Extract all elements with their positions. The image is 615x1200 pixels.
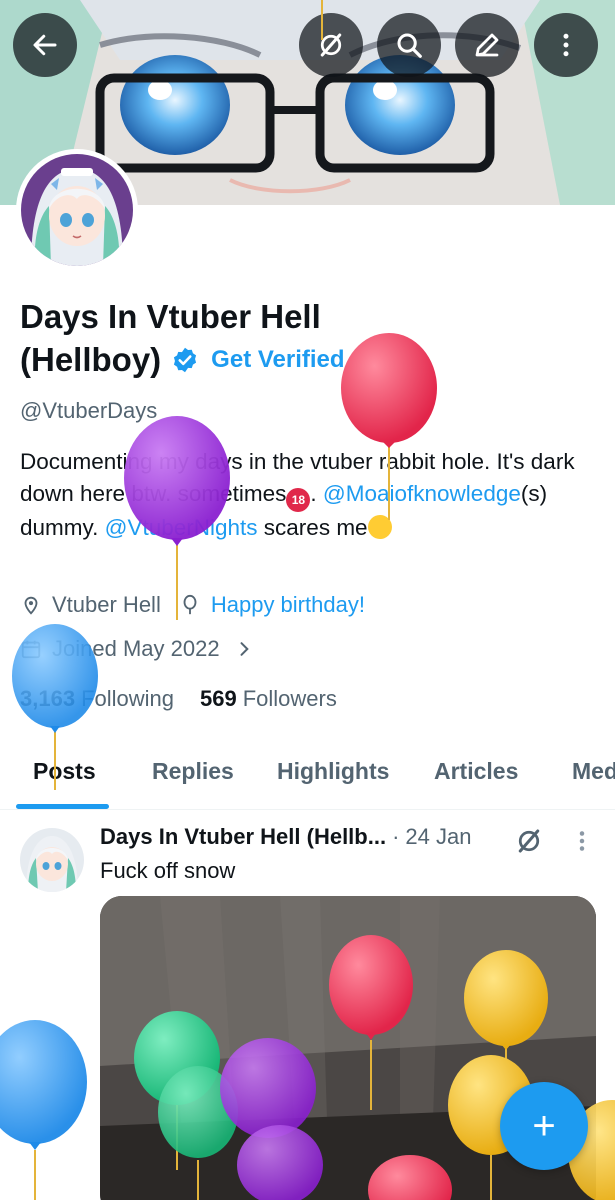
pencil-icon — [475, 33, 499, 57]
joined-text: Joined May 2022 — [52, 636, 220, 661]
location-item: Vtuber Hell — [20, 592, 161, 618]
tab-articles[interactable]: Articles — [434, 758, 518, 785]
followers-label: Followers — [242, 686, 337, 711]
search-icon — [397, 33, 422, 58]
more-vertical-icon — [563, 33, 569, 57]
tab-media[interactable]: Media — [572, 758, 615, 785]
more-button[interactable] — [534, 13, 598, 77]
display-name: Days In Vtuber Hell (Hellboy) Get Verifi… — [20, 295, 440, 381]
follow-stats: 3,163 Following 569 Followers — [20, 686, 363, 712]
mention-link-vtubernights[interactable]: @VtuberNights — [105, 515, 258, 540]
compose-post-button[interactable]: + — [500, 1082, 588, 1170]
followers-count: 569 — [200, 686, 237, 711]
post-author-name[interactable]: Days In Vtuber Hell (Hellb... — [100, 824, 386, 850]
post-avatar[interactable] — [20, 828, 84, 892]
chevron-right-icon — [240, 642, 249, 656]
display-name-line1: Days In Vtuber Hell — [20, 298, 321, 335]
following-link[interactable]: 3,163 Following — [20, 686, 174, 712]
birthday-item[interactable]: Happy birthday! — [179, 592, 365, 618]
profile-meta: Vtuber Hell Happy birthday! — [20, 592, 383, 618]
arrow-left-icon — [33, 34, 57, 56]
post-date[interactable]: 24 Jan — [405, 824, 471, 850]
active-tab-indicator — [16, 804, 109, 809]
mention-link-moaiofknowledge[interactable]: @Moaiofknowledge — [323, 481, 521, 506]
followers-link[interactable]: 569 Followers — [200, 686, 337, 712]
birthday-text[interactable]: Happy birthday! — [211, 592, 365, 618]
tab-highlights[interactable]: Highlights — [277, 758, 389, 785]
location-text: Vtuber Hell — [52, 592, 161, 617]
plus-icon: + — [532, 1104, 556, 1148]
post-separator: · — [392, 824, 400, 849]
balloon-icon — [183, 594, 197, 615]
laughing-crying-emoji-icon — [367, 515, 392, 539]
back-button[interactable] — [13, 13, 77, 77]
grok-icon — [320, 33, 342, 57]
profile-handle: @VtuberDays — [20, 398, 158, 423]
joined-date[interactable]: Joined May 2022 — [20, 636, 264, 662]
calendar-icon — [21, 640, 41, 659]
edit-button[interactable] — [455, 13, 519, 77]
post-more-icon[interactable] — [572, 826, 592, 856]
no-under-18-emoji-icon: 18 — [286, 488, 311, 512]
tab-replies[interactable]: Replies — [152, 758, 234, 785]
following-count: 3,163 — [20, 686, 76, 711]
tab-posts[interactable]: Posts — [33, 758, 96, 785]
bio-text-1-end: . — [310, 481, 317, 506]
profile-avatar[interactable] — [16, 149, 138, 271]
get-verified-link[interactable]: Get Verified — [211, 338, 344, 381]
grok-icon[interactable] — [514, 826, 544, 856]
profile-bio: Documenting my days in the vtuber rabbit… — [20, 446, 580, 544]
grok-button[interactable] — [299, 13, 363, 77]
display-name-line2: (Hellboy) — [20, 341, 162, 378]
following-label: Following — [81, 686, 174, 711]
bio-text-3: scares me — [263, 515, 368, 540]
search-button[interactable] — [377, 13, 441, 77]
location-pin-icon — [24, 596, 38, 615]
verified-badge-icon — [174, 347, 197, 372]
profile-tabs: Posts Replies Highlights Articles Media — [0, 740, 615, 810]
avatar-image — [21, 154, 133, 266]
post-text: Fuck off snow — [100, 858, 236, 883]
